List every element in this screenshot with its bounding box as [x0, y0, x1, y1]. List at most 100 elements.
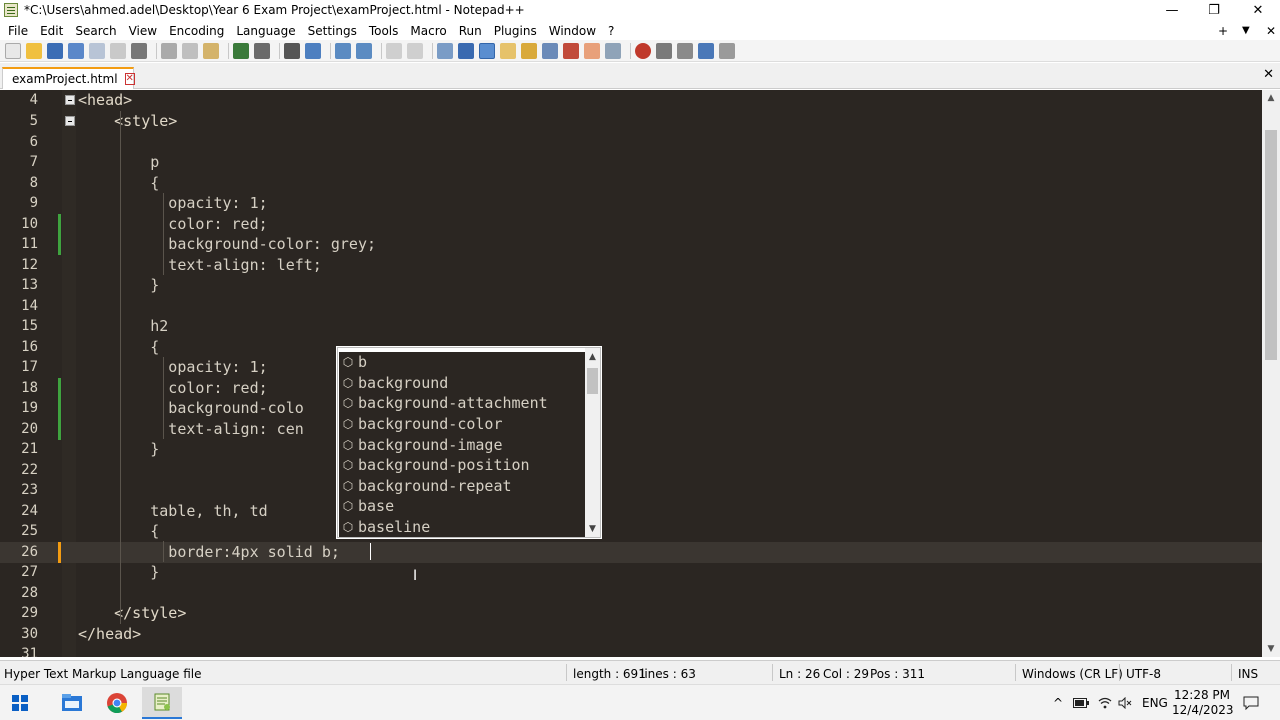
- notepad-plus-plus-taskbar-icon[interactable]: [142, 687, 182, 719]
- fold-collapse-icon[interactable]: [65, 95, 75, 105]
- taskbar-clock[interactable]: 12:28 PM 12/4/2023: [1172, 688, 1234, 718]
- menu-edit[interactable]: Edit: [34, 24, 69, 38]
- status-eol[interactable]: Windows (CR LF): [1022, 667, 1123, 681]
- autocomplete-scrollbar[interactable]: ▲ ▼: [585, 348, 600, 537]
- word-wrap-icon[interactable]: [437, 42, 453, 59]
- tab-examproject[interactable]: examProject.html ✕: [2, 67, 135, 89]
- open-file-icon[interactable]: [26, 42, 42, 59]
- editor-scroll-thumb[interactable]: [1265, 130, 1277, 360]
- status-encoding[interactable]: UTF-8: [1126, 667, 1161, 681]
- redo-icon[interactable]: [254, 42, 270, 59]
- menu-help[interactable]: ?: [602, 24, 620, 38]
- new-file-icon[interactable]: [5, 42, 21, 59]
- close-button[interactable]: ✕: [1236, 0, 1280, 20]
- save-icon[interactable]: [47, 42, 63, 59]
- autocomplete-item[interactable]: ⬡ baseline: [339, 516, 585, 538]
- line-text: }: [78, 440, 160, 458]
- undo-icon[interactable]: [233, 42, 249, 59]
- autocomplete-item[interactable]: ⬡ base: [339, 496, 585, 517]
- sync-horizontal-icon[interactable]: [407, 42, 423, 59]
- user-defined-language-icon[interactable]: [500, 42, 516, 59]
- code-line: 17 opacity: 1;: [0, 357, 1262, 378]
- editor-scrollbar[interactable]: ▲ ▼: [1262, 90, 1280, 657]
- code-line: 31: [0, 644, 1262, 657]
- close-document-icon[interactable]: ✕: [1266, 21, 1276, 40]
- line-number: 18: [21, 379, 38, 396]
- code-editor[interactable]: 4 <head> 5 <style> 6 7 p 8 { 9 opacity: 1…: [0, 90, 1262, 657]
- file-explorer-taskbar-icon[interactable]: [52, 687, 92, 719]
- close-all-icon[interactable]: [110, 42, 126, 59]
- input-language[interactable]: ENG: [1142, 685, 1168, 720]
- autocomplete-item[interactable]: ⬡ background-repeat: [339, 475, 585, 497]
- line-text: background-color: grey;: [78, 235, 377, 253]
- status-insert-mode[interactable]: INS: [1238, 667, 1258, 681]
- stop-recording-icon[interactable]: [656, 42, 672, 59]
- autocomplete-item[interactable]: ⬡ background-image: [339, 434, 585, 455]
- print-icon[interactable]: [131, 42, 147, 59]
- volume-muted-icon[interactable]: [1118, 685, 1132, 720]
- autocomplete-item[interactable]: ⬡ background-attachment: [339, 393, 585, 414]
- scroll-up-arrow-icon[interactable]: ▲: [1262, 90, 1280, 106]
- find-icon[interactable]: [284, 42, 300, 59]
- wifi-icon[interactable]: [1098, 685, 1112, 720]
- close-file-icon[interactable]: [89, 42, 105, 59]
- menu-plugins[interactable]: Plugins: [488, 24, 543, 38]
- fold-collapse-icon[interactable]: [65, 116, 75, 126]
- folder-as-workspace-icon[interactable]: [563, 42, 579, 59]
- autocomplete-item[interactable]: ⬡ background-position: [339, 454, 585, 476]
- record-macro-icon[interactable]: [635, 42, 651, 59]
- toolbar-separator: [279, 42, 280, 59]
- menu-view[interactable]: View: [123, 24, 163, 38]
- cut-icon[interactable]: [161, 42, 177, 59]
- line-number: 31: [21, 646, 38, 657]
- minimize-button[interactable]: —: [1150, 0, 1194, 20]
- new-tab-plus-icon[interactable]: +: [1218, 21, 1228, 40]
- function-list-icon[interactable]: [542, 42, 558, 59]
- scroll-down-arrow-icon[interactable]: ▼: [585, 522, 600, 536]
- line-number: 16: [21, 338, 38, 355]
- show-all-characters-icon[interactable]: [458, 42, 474, 59]
- playback-macro-icon[interactable]: [677, 42, 693, 59]
- project-panel-icon[interactable]: [584, 42, 600, 59]
- restore-button[interactable]: ❐: [1192, 0, 1236, 20]
- autocomplete-item[interactable]: ⬡ background-color: [339, 413, 585, 435]
- indent-guide: [163, 541, 164, 562]
- tab-list-dropdown-icon[interactable]: ▼: [1242, 21, 1250, 40]
- tabbar-close-icon[interactable]: ✕: [1263, 67, 1274, 82]
- sync-vertical-icon[interactable]: [386, 42, 402, 59]
- windows-start-icon[interactable]: [12, 695, 28, 711]
- document-map-icon[interactable]: [521, 42, 537, 59]
- status-bar: Hyper Text Markup Language file length :…: [0, 660, 1280, 684]
- copy-icon[interactable]: [182, 42, 198, 59]
- menu-search[interactable]: Search: [69, 24, 122, 38]
- menu-tools[interactable]: Tools: [363, 24, 405, 38]
- zoom-out-icon[interactable]: [356, 42, 372, 59]
- autocomplete-item[interactable]: ⬡ b: [339, 352, 585, 373]
- monitoring-icon[interactable]: [605, 42, 621, 59]
- line-number: 6: [29, 133, 38, 150]
- menu-file[interactable]: File: [2, 24, 34, 38]
- scroll-down-arrow-icon[interactable]: ▼: [1262, 641, 1280, 657]
- show-hidden-icons-icon[interactable]: ^: [1053, 685, 1063, 720]
- chrome-taskbar-icon[interactable]: [97, 687, 137, 719]
- scroll-up-arrow-icon[interactable]: ▲: [585, 350, 600, 364]
- replace-icon[interactable]: [305, 42, 321, 59]
- menu-window[interactable]: Window: [543, 24, 602, 38]
- menu-encoding[interactable]: Encoding: [163, 24, 230, 38]
- battery-icon[interactable]: [1073, 685, 1089, 720]
- menu-settings[interactable]: Settings: [302, 24, 363, 38]
- paste-icon[interactable]: [203, 42, 219, 59]
- save-macro-icon[interactable]: [719, 42, 735, 59]
- menu-language[interactable]: Language: [230, 24, 301, 38]
- indent-guide-icon[interactable]: [479, 42, 495, 59]
- tab-close-icon[interactable]: ✕: [124, 73, 135, 85]
- menu-macro[interactable]: Macro: [404, 24, 452, 38]
- code-line: 24 table, th, td: [0, 501, 1262, 522]
- notifications-icon[interactable]: [1243, 685, 1259, 720]
- autocomplete-item[interactable]: ⬡ background: [339, 372, 585, 394]
- zoom-in-icon[interactable]: [335, 42, 351, 59]
- autocomplete-scroll-thumb[interactable]: [587, 368, 598, 394]
- run-macro-multiple-icon[interactable]: [698, 42, 714, 59]
- menu-run[interactable]: Run: [453, 24, 488, 38]
- save-all-icon[interactable]: [68, 42, 84, 59]
